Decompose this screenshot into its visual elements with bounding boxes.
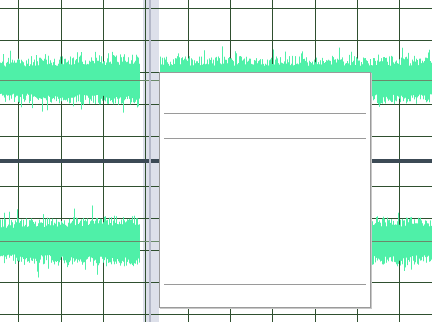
- playback-cursor[interactable]: [149, 0, 151, 322]
- menu-separator: [164, 138, 366, 139]
- context-menu[interactable]: [159, 72, 371, 308]
- menu-separator: [164, 113, 366, 114]
- waveform-editor[interactable]: [0, 0, 432, 322]
- menu-separator: [164, 284, 366, 285]
